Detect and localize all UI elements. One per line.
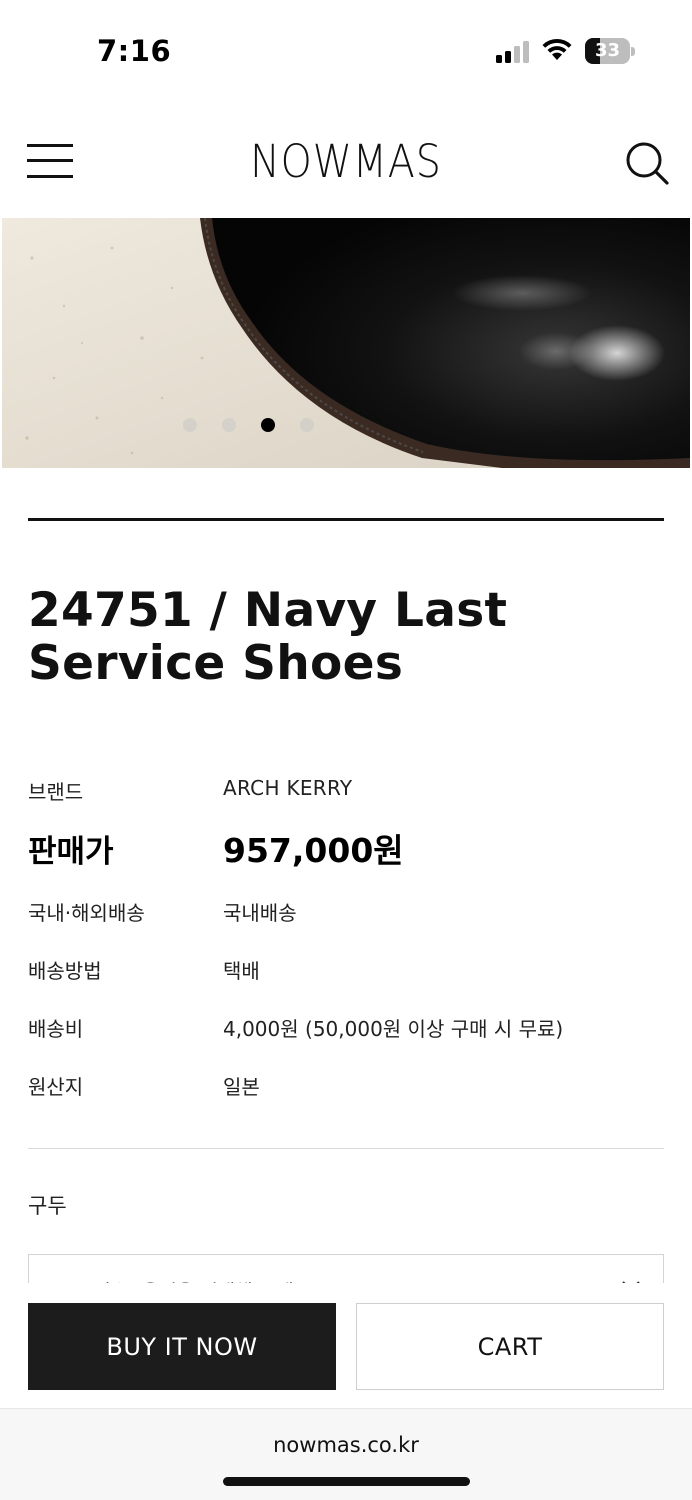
browser-url-bar[interactable]: nowmas.co.kr [0,1408,692,1500]
wifi-icon [542,38,572,60]
product-title: 24751 / Navy Last Service Shoes [28,583,508,691]
status-time: 7:16 [97,34,172,68]
shipping-type-label: 국내·해외배송 [28,901,145,925]
signal-icon [496,41,529,63]
shipping-method-label: 배송방법 [28,959,102,983]
shipping-fee-value: 4,000원 (50,000원 이상 구매 시 무료) [223,1017,564,1041]
site-header: NOWMAS [0,100,692,218]
origin-value: 일본 [223,1075,260,1099]
carousel-dot[interactable] [300,418,314,432]
status-bar: 7:16 33 [0,0,692,100]
search-icon[interactable] [624,140,670,186]
option-title: 구두 [28,1194,67,1218]
info-divider [28,1148,664,1149]
battery-icon: 33 [585,38,635,64]
brand-label: 브랜드 [28,780,84,804]
url-text[interactable]: nowmas.co.kr [0,1433,692,1457]
shipping-fee-label: 배송비 [28,1017,84,1041]
action-bar: BUY IT NOW CART [0,1283,692,1408]
price-value: 957,000원 [223,831,404,870]
product-image[interactable] [2,218,690,468]
brand-logo[interactable]: NOWMAS [42,135,651,188]
battery-level: 33 [594,40,621,61]
title-divider [28,518,664,521]
shipping-type-value: 국내배송 [223,901,297,925]
origin-label: 원산지 [28,1075,84,1099]
shipping-method-value: 택배 [223,959,260,983]
home-indicator[interactable] [223,1477,470,1486]
brand-value[interactable]: ARCH KERRY [223,776,352,800]
cart-button[interactable]: CART [356,1303,664,1390]
carousel-dot[interactable] [183,418,197,432]
carousel-dot[interactable] [261,418,275,432]
buy-now-button[interactable]: BUY IT NOW [28,1303,336,1390]
price-label: 판매가 [28,834,114,870]
carousel-dot[interactable] [222,418,236,432]
